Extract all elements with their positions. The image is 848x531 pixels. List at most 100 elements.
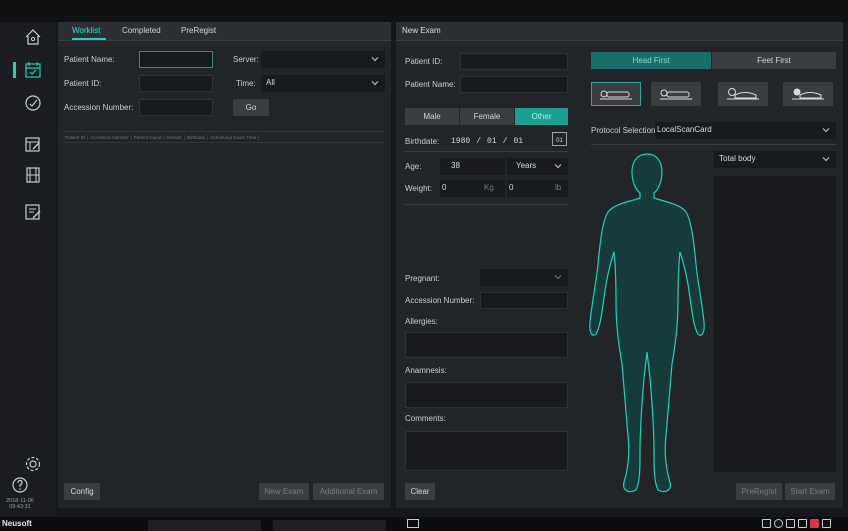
birth-day: 01: [513, 136, 524, 146]
chevron-down-icon: [371, 57, 379, 62]
birth-month: 01: [487, 136, 497, 146]
tab-completed[interactable]: Completed: [122, 26, 161, 35]
schedule-nav-button[interactable]: [22, 133, 44, 155]
patient-decubitus-left-icon: [727, 88, 759, 100]
weight-lb-input[interactable]: 0 lb: [507, 180, 568, 197]
column-header[interactable]: Gender: [165, 134, 185, 140]
top-strip: [0, 0, 848, 22]
calendar-edit-icon: [25, 137, 40, 152]
taskbar-field[interactable]: [273, 520, 386, 531]
anamnesis-textarea[interactable]: [405, 382, 568, 408]
patient-name-input[interactable]: [139, 51, 213, 68]
weight-kg-input[interactable]: 0 Kg: [440, 180, 505, 197]
age-unit-select[interactable]: Years: [507, 158, 568, 175]
exam-patient-id-input[interactable]: [460, 53, 568, 70]
column-header[interactable]: Scheduled Exam Time: [208, 134, 260, 140]
patient-name-label: Patient Name:: [405, 80, 456, 89]
body-region-select[interactable]: Total body: [714, 151, 836, 168]
chevron-down-icon: [554, 164, 562, 169]
birth-year: 1980: [451, 136, 471, 146]
head-first-button[interactable]: Head First: [591, 52, 711, 69]
time-select[interactable]: All: [261, 75, 385, 92]
viewer-nav-button[interactable]: [22, 164, 44, 186]
protocol-list[interactable]: [714, 176, 836, 472]
worklist-nav-button[interactable]: [22, 59, 44, 81]
feet-first-button[interactable]: Feet First: [712, 52, 836, 69]
settings-button[interactable]: [22, 453, 44, 475]
column-header[interactable]: Birthdate: [185, 134, 209, 140]
age-input[interactable]: 38: [440, 158, 505, 175]
dashboard-nav-button[interactable]: [22, 92, 44, 114]
worklist-table-header: Patient ID Accession Number Patient Name…: [63, 131, 383, 143]
accession-number-input[interactable]: [139, 99, 213, 116]
orientation-decubitus-right-button[interactable]: [783, 82, 833, 106]
allergies-textarea[interactable]: [405, 332, 568, 358]
keyboard-icon[interactable]: [407, 519, 419, 528]
exam-accession-input[interactable]: [480, 292, 568, 309]
alert-icon[interactable]: [810, 519, 819, 528]
birthdate-input[interactable]: 1980 / 01 / 01: [451, 134, 551, 148]
column-header[interactable]: Patient Name: [132, 134, 165, 140]
home-icon: [25, 29, 41, 45]
clear-button[interactable]: Clear: [405, 483, 435, 500]
orientation-prone-button[interactable]: [651, 82, 701, 106]
time-text: 09:43:31: [9, 504, 31, 510]
accession-number-label: Accession Number:: [405, 296, 475, 305]
report-nav-button[interactable]: [22, 201, 44, 223]
divider: [405, 151, 568, 152]
new-exam-header: New Exam: [396, 22, 843, 41]
worklist-footer: Config New Exam Additional Exam: [58, 476, 391, 508]
go-button[interactable]: Go: [233, 99, 269, 116]
network-icon[interactable]: [786, 519, 795, 528]
gear-icon: [25, 456, 41, 472]
gender-male-button[interactable]: Male: [405, 108, 459, 125]
menu-icon[interactable]: [822, 519, 831, 528]
gender-female-button[interactable]: Female: [460, 108, 514, 125]
taskbar-field[interactable]: [148, 520, 261, 531]
patient-prone-icon: [660, 89, 692, 100]
config-button[interactable]: Config: [64, 483, 100, 500]
gender-other-button[interactable]: Other: [515, 108, 568, 125]
patient-supine-icon: [600, 90, 632, 100]
column-header[interactable]: Patient ID: [63, 134, 89, 140]
new-exam-button[interactable]: New Exam: [259, 483, 309, 500]
chevron-down-icon: [554, 275, 562, 280]
tab-underline: [72, 38, 106, 40]
body-region-value: Total body: [719, 154, 756, 163]
clock-readout: 2018-11-06 09:43:31: [0, 498, 40, 510]
server-select[interactable]: [261, 51, 385, 68]
worklist-panel: Worklist Completed PreRegist Patient Nam…: [58, 22, 391, 508]
home-button[interactable]: [22, 26, 44, 48]
start-exam-button[interactable]: Start Exam: [785, 483, 835, 500]
time-label: Time:: [236, 79, 256, 88]
age-unit-value: Years: [516, 161, 537, 170]
patient-id-input[interactable]: [139, 75, 213, 92]
column-header[interactable]: Accession Number: [88, 134, 132, 140]
brand-logo: Neusoft: [2, 519, 32, 528]
protocol-select[interactable]: LocalScanCard: [655, 122, 836, 139]
orientation-decubitus-left-button[interactable]: [718, 82, 768, 106]
worklist-tabbar: Worklist Completed PreRegist: [58, 22, 391, 41]
pregnant-label: Pregnant:: [405, 274, 440, 283]
weight-label: Weight:: [405, 184, 432, 193]
calendar-check-icon: [25, 62, 41, 78]
help-button[interactable]: [9, 474, 31, 496]
monitor-icon[interactable]: [762, 519, 771, 528]
divider: [405, 204, 568, 205]
preregist-button[interactable]: PreRegist: [736, 483, 782, 500]
calendar-picker-button[interactable]: 01: [552, 132, 567, 146]
message-icon[interactable]: [798, 519, 807, 528]
exam-patient-name-input[interactable]: [460, 76, 568, 93]
comments-textarea[interactable]: [405, 431, 568, 471]
pregnant-select[interactable]: [480, 269, 568, 286]
orientation-supine-button[interactable]: [591, 82, 641, 106]
new-exam-title: New Exam: [402, 26, 441, 35]
additional-exam-button[interactable]: Additional Exam: [313, 483, 384, 500]
tray-icons: [762, 519, 831, 528]
patient-id-label: Patient ID:: [405, 57, 443, 66]
body-diagram[interactable]: [584, 152, 711, 500]
clock-icon[interactable]: [774, 519, 783, 528]
tab-worklist[interactable]: Worklist: [72, 26, 100, 35]
date-separator: /: [476, 136, 482, 146]
tab-preregist[interactable]: PreRegist: [181, 26, 216, 35]
